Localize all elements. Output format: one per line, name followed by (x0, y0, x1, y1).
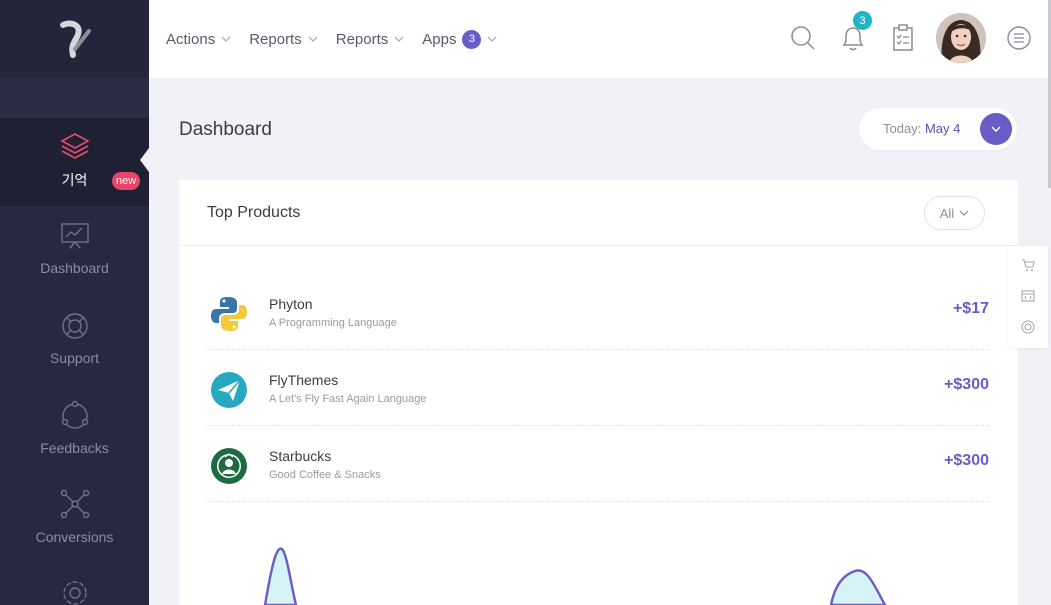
today-label: Today: (883, 121, 922, 136)
sidebar-item-settings[interactable] (0, 578, 149, 605)
sidebar-item-label: 기억 (61, 172, 88, 188)
chart-peak-2 (829, 569, 887, 605)
sidebar: 기억 new Dashboard Support Feedbacks Conve… (0, 0, 149, 605)
feedback-cycle-icon (61, 400, 88, 429)
product-name: FlyThemes (269, 372, 339, 388)
python-logo (211, 297, 247, 331)
avatar-image (936, 13, 986, 63)
lifebuoy-icon[interactable] (1021, 320, 1035, 334)
chevron-down-icon (308, 36, 318, 42)
product-row[interactable]: FlyThemes A Let's Fly Fast Again Languag… (207, 350, 989, 426)
product-subtitle: A Programming Language (269, 317, 397, 329)
sidebar-item-label: Feedbacks (40, 440, 109, 456)
sales-area-chart (263, 547, 887, 605)
top-header: Actions Reports Reports Apps 3 3 (149, 0, 1048, 78)
chevron-down-icon (488, 36, 497, 42)
chart-board-icon (60, 223, 89, 249)
today-text: Today: May 4 (883, 121, 960, 136)
today-value: May 4 (924, 121, 961, 136)
product-subtitle: Good Coffee & Snacks (269, 469, 381, 481)
sidebar-item-dashboard[interactable]: Dashboard (0, 222, 149, 276)
page-title: Dashboard (179, 119, 272, 140)
date-picker[interactable]: Today: May 4 (859, 108, 1017, 150)
sidebar-item-feedbacks[interactable]: Feedbacks (0, 400, 149, 456)
sidebar-strip (0, 78, 149, 118)
product-name: Starbucks (269, 448, 332, 464)
sidebar-item-label: Support (49, 350, 100, 366)
sidebar-item-label: Dashboard (40, 260, 109, 276)
lifebuoy-icon (61, 313, 88, 339)
floating-toolbar (1008, 246, 1048, 348)
search-icon[interactable] (790, 24, 816, 52)
layers-icon (59, 133, 90, 159)
sidebar-item-support[interactable]: Support (0, 312, 149, 366)
chevron-down-icon (221, 36, 231, 42)
filter-label: All (939, 205, 955, 221)
menu-icon[interactable] (1007, 24, 1031, 52)
product-value: +$300 (944, 376, 989, 393)
chevron-down-icon (959, 210, 969, 216)
nav-label: Reports (335, 30, 389, 48)
paper-plane-logo (211, 372, 247, 408)
user-avatar[interactable] (936, 13, 986, 63)
product-name: Phyton (269, 296, 313, 312)
cart-icon[interactable] (1021, 258, 1035, 272)
starbucks-logo (211, 448, 247, 484)
nav-label: Actions (166, 30, 216, 48)
network-icon (60, 489, 89, 519)
new-badge: new (112, 172, 141, 190)
nav-reports[interactable]: Reports (249, 31, 318, 48)
card-header: Top Products All (179, 180, 1018, 246)
chevron-down-icon (991, 126, 1001, 132)
top-products-card: Top Products All Phyton A Programming La… (179, 180, 1018, 605)
product-subtitle: A Let's Fly Fast Again Language (269, 393, 427, 405)
product-value: +$17 (952, 300, 989, 317)
clipboard-icon[interactable] (892, 24, 914, 52)
product-row[interactable]: Phyton A Programming Language +$17 (207, 274, 989, 350)
nav-label: Apps (422, 30, 457, 48)
sidebar-item-label: Conversions (35, 529, 114, 545)
sidebar-item-conversions[interactable]: Conversions (0, 489, 149, 545)
filter-dropdown[interactable]: All (924, 196, 985, 230)
logo-icon (59, 20, 91, 58)
gear-icon (62, 581, 87, 605)
product-row[interactable]: Starbucks Good Coffee & Snacks +$300 (207, 426, 989, 502)
nav-apps[interactable]: Apps 3 (422, 29, 497, 49)
nav-label: Reports (249, 30, 302, 48)
notification-badge: 3 (853, 11, 872, 30)
nav-actions[interactable]: Actions (166, 31, 231, 48)
top-nav: Actions Reports Reports Apps 3 (166, 0, 515, 78)
brand-logo[interactable] (0, 0, 149, 78)
chevron-down-icon (394, 36, 404, 42)
date-dropdown-button[interactable] (980, 113, 1012, 145)
nav-reports-2[interactable]: Reports (336, 31, 405, 48)
card-title: Top Products (207, 204, 301, 221)
apps-count-badge: 3 (462, 29, 482, 49)
product-value: +$300 (944, 452, 989, 469)
chart-peak-1 (263, 547, 298, 605)
code-window-icon[interactable] (1021, 289, 1035, 303)
